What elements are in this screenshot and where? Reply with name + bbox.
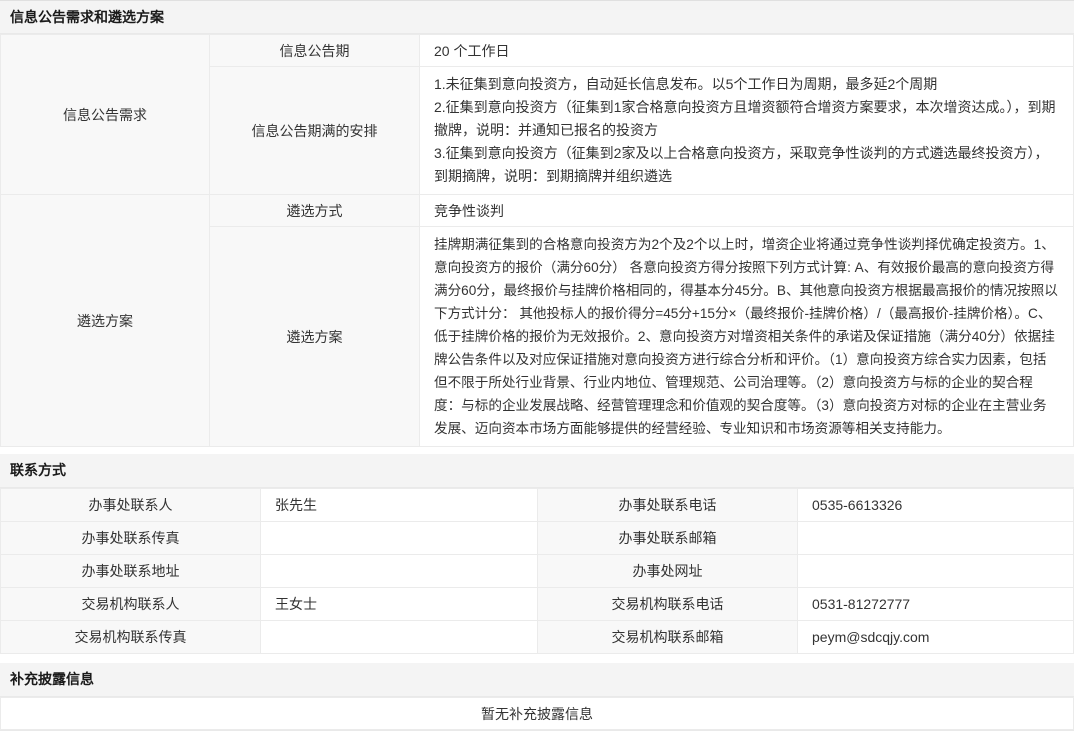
table-row: 办事处联系传真 办事处联系邮箱 [1,522,1074,555]
value-office-website [798,555,1074,588]
section-title-supplementary-disclosure: 补充披露信息 [0,663,1074,697]
label-office-email: 办事处联系邮箱 [538,522,798,555]
label-office-address: 办事处联系地址 [1,555,261,588]
value-office-phone: 0535-6613326 [798,489,1074,522]
value-office-email [798,522,1074,555]
label-announcement-requirement-group: 信息公告需求 [1,35,210,195]
section-title-announcement-and-selection: 信息公告需求和遴选方案 [0,0,1074,34]
value-exchange-email: peym@sdcqjy.com [798,621,1074,654]
label-exchange-email: 交易机构联系邮箱 [538,621,798,654]
section-spacer [0,654,1074,663]
value-office-fax [261,522,538,555]
label-announcement-period: 信息公告期 [210,35,420,67]
announcement-selection-table: 信息公告需求 信息公告期 20 个工作日 信息公告期满的安排 1.未征集到意向投… [0,34,1074,447]
value-period-expiry-arrangement: 1.未征集到意向投资方，自动延长信息发布。以5个工作日为周期，最多延2个周期 2… [420,67,1074,195]
value-announcement-period: 20 个工作日 [420,35,1074,67]
table-row: 暂无补充披露信息 [1,698,1074,730]
value-exchange-fax [261,621,538,654]
arrangement-line-2: 2.征集到意向投资方（征集到1家合格意向投资方且增资额符合增资方案要求，本次增资… [434,96,1059,142]
table-row: 交易机构联系人 王女士 交易机构联系电话 0531-81272777 [1,588,1074,621]
table-row: 遴选方案 遴选方式 竞争性谈判 [1,195,1074,227]
section-spacer [0,447,1074,454]
section-title-contact: 联系方式 [0,454,1074,488]
table-row: 信息公告需求 信息公告期 20 个工作日 [1,35,1074,67]
value-exchange-contact-person: 王女士 [261,588,538,621]
value-office-contact-person: 张先生 [261,489,538,522]
table-row: 办事处联系地址 办事处网址 [1,555,1074,588]
contact-table: 办事处联系人 张先生 办事处联系电话 0535-6613326 办事处联系传真 … [0,488,1074,654]
arrangement-line-1: 1.未征集到意向投资方，自动延长信息发布。以5个工作日为周期，最多延2个周期 [434,73,1059,96]
value-selection-plan: 挂牌期满征集到的合格意向投资方为2个及2个以上时，增资企业将通过竞争性谈判择优确… [420,227,1074,447]
label-selection-plan-group: 遴选方案 [1,195,210,447]
label-office-website: 办事处网址 [538,555,798,588]
table-row: 交易机构联系传真 交易机构联系邮箱 peym@sdcqjy.com [1,621,1074,654]
supplementary-empty-message: 暂无补充披露信息 [1,698,1074,730]
label-office-phone: 办事处联系电话 [538,489,798,522]
label-exchange-contact-person: 交易机构联系人 [1,588,261,621]
label-office-fax: 办事处联系传真 [1,522,261,555]
value-office-address [261,555,538,588]
label-period-expiry-arrangement: 信息公告期满的安排 [210,67,420,195]
table-row: 办事处联系人 张先生 办事处联系电话 0535-6613326 [1,489,1074,522]
supplementary-disclosure-table: 暂无补充披露信息 [0,697,1074,730]
label-exchange-phone: 交易机构联系电话 [538,588,798,621]
arrangement-line-3: 3.征集到意向投资方（征集到2家及以上合格意向投资方，采取竞争性谈判的方式遴选最… [434,142,1059,188]
value-exchange-phone: 0531-81272777 [798,588,1074,621]
label-selection-plan: 遴选方案 [210,227,420,447]
label-exchange-fax: 交易机构联系传真 [1,621,261,654]
label-selection-method: 遴选方式 [210,195,420,227]
value-selection-method: 竞争性谈判 [420,195,1074,227]
label-office-contact-person: 办事处联系人 [1,489,261,522]
